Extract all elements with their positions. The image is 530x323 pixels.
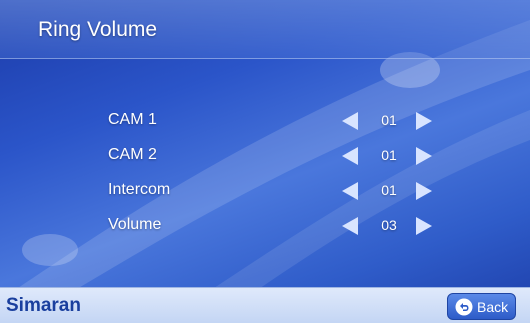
setting-label: Intercom (108, 181, 171, 198)
back-button-label: Back (477, 299, 509, 315)
increase-arrow-icon[interactable] (416, 147, 432, 165)
ring-volume-screen: Ring Volume CAM 1 01 CAM 2 01 Intercom 0… (0, 0, 530, 323)
setting-value: 01 (381, 182, 397, 198)
brand-logo: Simaran (6, 295, 81, 316)
setting-row-volume: Volume 03 (0, 211, 530, 241)
increase-arrow-icon[interactable] (416, 182, 432, 200)
back-arrow-icon (455, 298, 473, 316)
title-bar: Ring Volume (0, 0, 530, 59)
decrease-arrow-icon[interactable] (342, 112, 358, 130)
setting-label: CAM 2 (108, 146, 157, 163)
setting-row-cam1: CAM 1 01 (0, 106, 530, 136)
setting-value: 01 (381, 147, 397, 163)
decrease-arrow-icon[interactable] (342, 182, 358, 200)
setting-value: 03 (381, 217, 397, 233)
increase-arrow-icon[interactable] (416, 217, 432, 235)
increase-arrow-icon[interactable] (416, 112, 432, 130)
setting-value: 01 (381, 112, 397, 128)
setting-row-intercom: Intercom 01 (0, 176, 530, 206)
setting-row-cam2: CAM 2 01 (0, 141, 530, 171)
setting-label: Volume (108, 216, 162, 233)
decrease-arrow-icon[interactable] (342, 147, 358, 165)
page-title: Ring Volume (38, 18, 158, 41)
back-button[interactable]: Back (447, 293, 516, 320)
footer-bar: Simaran Back (0, 287, 530, 323)
setting-label: CAM 1 (108, 111, 157, 128)
decrease-arrow-icon[interactable] (342, 217, 358, 235)
